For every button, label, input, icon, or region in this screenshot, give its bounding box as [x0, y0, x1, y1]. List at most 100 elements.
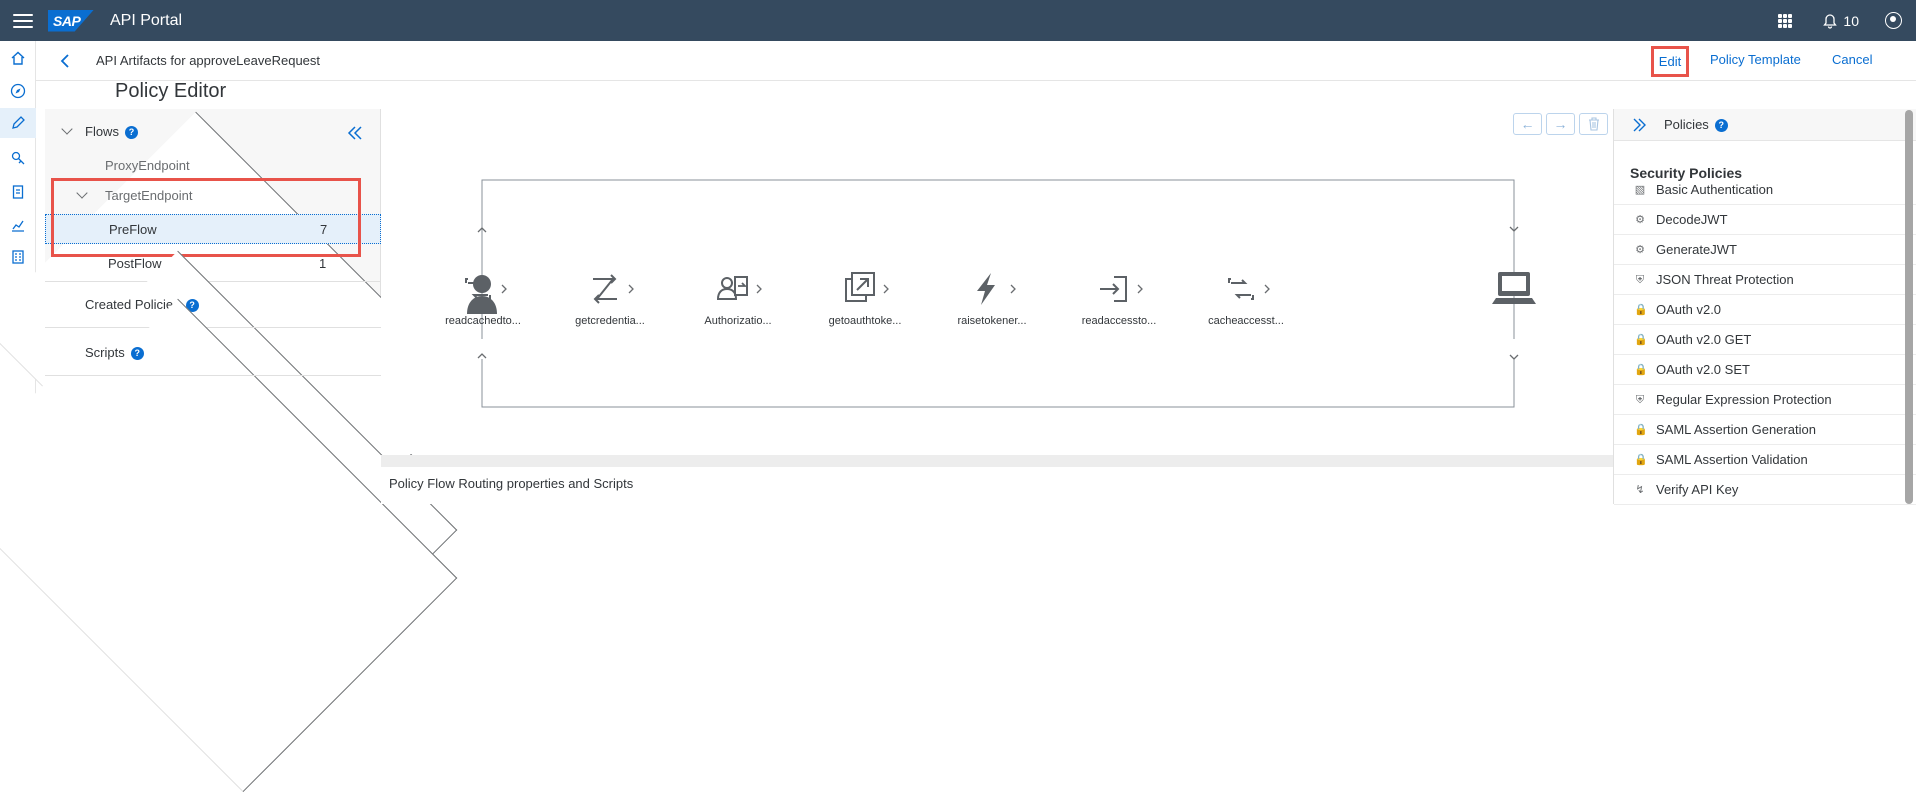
flow-policy-node[interactable]: readcachedto...	[423, 269, 543, 327]
tree-item-postflow[interactable]: PostFlow 1	[45, 250, 381, 276]
flows-panel: Flows? ProxyEndpoint TargetEndpoint PreF…	[0, 109, 476, 792]
lock-icon: 🔒	[1634, 304, 1648, 316]
collapse-panel-icon[interactable]	[347, 125, 363, 141]
policy-list-item[interactable]: ⚙ DecodeJWT	[1614, 205, 1916, 235]
policy-list-item[interactable]: 🔒 SAML Assertion Validation	[1614, 445, 1916, 475]
back-icon[interactable]	[60, 54, 70, 68]
policy-item-label: OAuth v2.0 SET	[1656, 362, 1750, 377]
delete-button[interactable]	[1579, 113, 1608, 135]
policy-item-label: DecodeJWT	[1656, 212, 1728, 227]
policy-list-item[interactable]: ⚙ GenerateJWT	[1614, 235, 1916, 265]
policy-list-item[interactable]: 🔒 OAuth v2.0 SET	[1614, 355, 1916, 385]
lock-icon: 🔒	[1634, 364, 1648, 376]
shield-icon: ⛨	[1635, 274, 1645, 286]
policy-template-button[interactable]: Policy Template	[1710, 52, 1801, 67]
flow-policy-node[interactable]: Authorizatio...	[678, 269, 798, 327]
page-header: API Artifacts for approveLeaveRequest Ed…	[36, 41, 1916, 81]
tree-item-proxyendpoint[interactable]: ProxyEndpoint	[0, 111, 476, 606]
raise-fault-icon	[977, 273, 995, 305]
monitor-icon[interactable]	[9, 248, 27, 266]
authorization-icon	[716, 276, 748, 300]
tree-item-preflow[interactable]: PreFlow 7	[45, 214, 381, 244]
properties-label: Policy Flow Routing properties and Scrip…	[389, 476, 634, 491]
scripts-label: Scripts?	[85, 345, 144, 360]
policy-item-label: OAuth v2.0 GET	[1656, 332, 1752, 347]
lock-icon: 🔒	[1634, 454, 1648, 466]
scrollbar[interactable]	[1905, 110, 1913, 504]
policy-item-label: SAML Assertion Validation	[1656, 452, 1808, 467]
flow-policy-node[interactable]: getoauthtoke...	[805, 269, 925, 327]
divider	[45, 375, 381, 376]
policies-header: Policies?	[1614, 109, 1916, 141]
policy-item-label: GenerateJWT	[1656, 242, 1737, 257]
develop-icon[interactable]	[0, 108, 36, 138]
flow-canvas[interactable]: readcachedto... getcredentia... Authorizat…	[381, 109, 1613, 454]
arrow-right-button[interactable]: →	[1546, 113, 1575, 135]
flow-policy-node[interactable]: getcredentia...	[550, 269, 670, 327]
configure-icon[interactable]	[9, 149, 27, 167]
sap-logo: SAP	[48, 9, 94, 32]
created-policies-header[interactable]: Created Policies?	[0, 250, 458, 745]
bell-icon	[1823, 13, 1838, 29]
arrow-left-button[interactable]: ←	[1513, 113, 1542, 135]
service-callout-icon	[845, 272, 875, 302]
flow-policy-label: getcredentia...	[575, 315, 645, 327]
lock-icon: 🔒	[1634, 334, 1648, 346]
targetendpoint-label: TargetEndpoint	[105, 188, 193, 203]
chevron-right-icon	[1010, 284, 1016, 294]
preflow-count: 7	[320, 222, 328, 237]
policy-list-item[interactable]: ⛨ Regular Expression Protection	[1614, 385, 1916, 415]
laptop-icon	[1492, 272, 1536, 304]
preflow-label: PreFlow	[109, 222, 157, 237]
postflow-label: PostFlow	[108, 256, 162, 271]
divider	[45, 327, 381, 328]
flow-policy-label: readaccessto...	[1081, 315, 1157, 327]
help-icon[interactable]: ?	[124, 126, 138, 139]
notifications-button[interactable]: 10	[1822, 13, 1859, 29]
policy-list-item[interactable]: ↯ Verify API Key	[1614, 475, 1916, 505]
gear-icon: ⚙	[1635, 214, 1645, 226]
policy-list-item[interactable]: 🔒 OAuth v2.0 GET	[1614, 325, 1916, 355]
policy-list-item[interactable]: ⛨ JSON Threat Protection	[1614, 265, 1916, 295]
home-icon[interactable]	[9, 49, 27, 67]
flow-policy-node[interactable]: readaccessto...	[1059, 269, 1179, 327]
policy-item-label: Basic Authentication	[1656, 182, 1774, 197]
flow-policy-node[interactable]: cacheaccesst...	[1186, 269, 1306, 327]
extract-variables-icon	[593, 274, 617, 304]
app-grid-icon[interactable]	[1778, 13, 1793, 28]
policy-list-item[interactable]: ▧ Basic Authentication	[1614, 175, 1916, 205]
policy-item-label: Verify API Key	[1656, 482, 1739, 497]
app-title: API Portal	[110, 11, 183, 29]
policy-list-item[interactable]: 🔒 SAML Assertion Generation	[1614, 415, 1916, 445]
policy-item-label: JSON Threat Protection	[1656, 272, 1794, 287]
scripts-header[interactable]: Scripts?	[0, 298, 458, 792]
edit-button[interactable]: Edit	[1651, 46, 1689, 77]
basic-auth-icon: ▧	[1634, 184, 1646, 196]
page-title: Policy Editor	[115, 80, 227, 102]
flow-policy-label: getoauthtoke...	[828, 315, 902, 327]
help-icon[interactable]: ?	[130, 347, 144, 360]
policy-item-label: OAuth v2.0	[1656, 302, 1722, 317]
cancel-button[interactable]: Cancel	[1832, 52, 1872, 67]
chevron-right-icon	[756, 284, 762, 294]
menu-icon[interactable]	[13, 13, 33, 28]
policy-list-item[interactable]: 🔒 OAuth v2.0	[1614, 295, 1916, 325]
policies-panel: Policies? Security Policies ▧ Basic Authe…	[1613, 109, 1916, 505]
tree-item-targetendpoint[interactable]: TargetEndpoint	[45, 186, 381, 206]
help-icon[interactable]: ?	[1714, 119, 1728, 132]
properties-panel: Policy Flow Routing properties and Scrip…	[381, 455, 1613, 504]
chevron-right-icon	[1137, 284, 1143, 294]
publish-icon[interactable]	[9, 183, 27, 201]
flow-policy-node[interactable]: raisetokener...	[932, 269, 1052, 327]
cache-refresh-icon	[465, 278, 491, 300]
policy-item-label: SAML Assertion Generation	[1656, 422, 1816, 437]
policy-item-label: Regular Expression Protection	[1656, 392, 1832, 407]
analyze-icon[interactable]	[9, 216, 27, 234]
user-avatar-icon[interactable]	[1885, 12, 1902, 29]
expand-panel-icon[interactable]	[1632, 118, 1646, 132]
discover-icon[interactable]	[9, 82, 27, 100]
flow-policy-label: Authorizatio...	[704, 315, 772, 327]
key-icon: ↯	[1635, 484, 1645, 496]
notification-count: 10	[1843, 12, 1859, 29]
flows-label: Flows?	[85, 124, 138, 139]
